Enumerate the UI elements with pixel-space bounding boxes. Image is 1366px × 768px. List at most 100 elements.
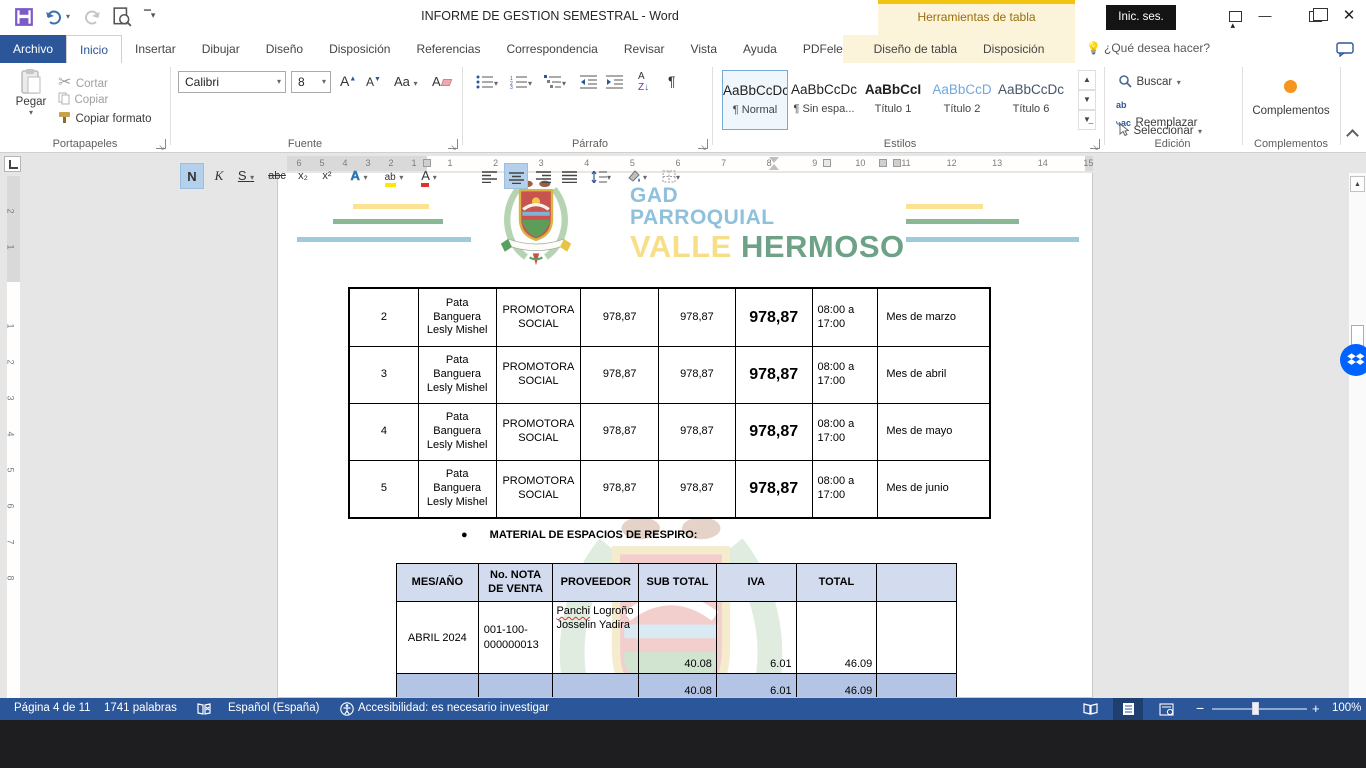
align-center-button[interactable] [504, 163, 528, 189]
first-line-indent-marker[interactable] [769, 157, 779, 163]
increase-indent-button[interactable] [606, 73, 624, 91]
scroll-up-icon[interactable]: ▲ [1350, 176, 1365, 192]
payments-table[interactable]: 2Pata Banguera Lesly MishelPROMOTORA SOC… [348, 287, 991, 519]
font-color-button[interactable]: A ▾ [414, 163, 444, 189]
style-sin-espa[interactable]: AaBbCcDc¶ Sin espa... [791, 70, 857, 130]
proofing-icon[interactable] [197, 703, 211, 715]
style-normal[interactable]: AaBbCcDc¶ Normal [722, 70, 788, 130]
styles-scroll-up-icon[interactable]: ▲ [1078, 70, 1096, 90]
font-dialog-launcher[interactable] [448, 139, 458, 149]
minimize-button[interactable]: — [1246, 0, 1284, 32]
tab-insertar[interactable]: Insertar [122, 35, 189, 63]
title-bar: ▾ ▔▾ INFORME DE GESTION SEMESTRAL - Word… [0, 0, 1366, 35]
font-family-combobox[interactable]: Calibri▾ [178, 71, 286, 93]
highlight-button[interactable]: ab ▾ [378, 163, 410, 189]
tab-dibujar[interactable]: Dibujar [189, 35, 253, 63]
justify-button[interactable] [558, 163, 580, 189]
multilevel-list-button[interactable]: ▾ [544, 73, 566, 91]
strikethrough-button[interactable]: abc [264, 163, 290, 189]
decrease-indent-button[interactable] [580, 73, 598, 91]
tab-inicio[interactable]: Inicio [66, 35, 122, 63]
align-left-button[interactable] [478, 163, 500, 189]
tab-revisar[interactable]: Revisar [611, 35, 678, 63]
tab-vista[interactable]: Vista [678, 35, 730, 63]
table-tools-header: Herramientas de tabla [878, 0, 1075, 35]
style-título-2[interactable]: AaBbCcDTítulo 2 [929, 70, 995, 130]
subscript-button[interactable]: x₂ [292, 163, 314, 189]
close-button[interactable]: ✕ [1330, 0, 1366, 32]
table-cell: 46.09 [796, 602, 877, 673]
ruler-number: 10 [855, 158, 865, 168]
document-page[interactable]: GAD PARROQUIAL VALLE HERMOSO [277, 173, 1093, 698]
accessibility-status[interactable]: Accesibilidad: es necesario investigar [358, 702, 549, 714]
table-header-cell: TOTAL [796, 564, 877, 601]
line-spacing-button[interactable]: ▾ [586, 163, 616, 189]
sign-in-button[interactable]: Inic. ses. [1106, 5, 1176, 30]
accessibility-icon[interactable] [340, 702, 354, 716]
shading-button[interactable]: ▾ [622, 163, 652, 189]
tab-ayuda[interactable]: Ayuda [730, 35, 790, 63]
table-row: 5Pata Banguera Lesly MishelPROMOTORA SOC… [350, 460, 989, 517]
align-right-button[interactable] [532, 163, 554, 189]
tab-selector[interactable] [4, 156, 21, 172]
ruler-table-marker[interactable] [879, 159, 887, 167]
find-button[interactable]: Buscar ▾ [1118, 72, 1181, 90]
bold-button[interactable]: N [180, 163, 204, 189]
grow-font-button[interactable]: A▲ [340, 73, 356, 89]
read-mode-icon[interactable] [1075, 698, 1105, 720]
tell-me-box[interactable]: ¿Qué desea hacer? [1104, 41, 1210, 55]
italic-button[interactable]: K [208, 163, 230, 189]
show-marks-button[interactable]: ¶ [668, 73, 676, 89]
format-painter-button[interactable]: Copiar formato [58, 109, 152, 127]
style-título-1[interactable]: AaBbCcITítulo 1 [860, 70, 926, 130]
select-button[interactable]: Seleccionar ▾ [1118, 121, 1202, 139]
style-título-6[interactable]: AaBbCcDcTítulo 6 [998, 70, 1064, 130]
restore-button[interactable] [1296, 0, 1334, 32]
change-case-button[interactable]: Aa ▾ [394, 74, 418, 89]
font-size-combobox[interactable]: 8▾ [291, 71, 331, 93]
word-count[interactable]: 1741 palabras [104, 702, 177, 714]
styles-dialog-launcher[interactable] [1090, 139, 1100, 149]
contextual-tab-disposición[interactable]: Disposición [970, 35, 1057, 63]
hanging-indent-marker[interactable] [769, 164, 779, 170]
collapse-ribbon-icon[interactable] [1346, 129, 1359, 142]
vertical-scrollbar[interactable]: ▲ [1348, 173, 1366, 698]
styles-scroll-down-icon[interactable]: ▼ [1078, 90, 1096, 110]
dropbox-badge-icon[interactable] [1340, 344, 1366, 376]
ruler-table-marker[interactable] [893, 159, 901, 167]
addins-button[interactable]: Complementos [1246, 105, 1336, 117]
borders-button[interactable]: ▾ [656, 163, 686, 189]
page-indicator[interactable]: Página 4 de 11 [14, 702, 91, 714]
paste-button[interactable]: Pegar ▾ [8, 68, 54, 130]
shrink-font-button[interactable]: A▼ [366, 75, 381, 89]
zoom-out-button[interactable]: − [1196, 700, 1204, 716]
text-effects-button[interactable]: A ▾ [344, 163, 374, 189]
zoom-slider[interactable] [1212, 708, 1307, 710]
tab-referencias[interactable]: Referencias [403, 35, 493, 63]
zoom-slider-thumb[interactable] [1252, 702, 1259, 715]
document-canvas[interactable]: GAD PARROQUIAL VALLE HERMOSO [0, 173, 1348, 698]
underline-button[interactable]: S ▾ [232, 163, 260, 189]
zoom-level[interactable]: 100% [1332, 702, 1361, 714]
vertical-ruler[interactable]: 2112345678 [7, 176, 20, 698]
tab-disposición[interactable]: Disposición [316, 35, 403, 63]
web-layout-icon[interactable] [1151, 698, 1181, 720]
clipboard-dialog-launcher[interactable] [156, 139, 166, 149]
print-layout-icon[interactable] [1113, 698, 1143, 720]
sort-button[interactable]: AZ↓ [638, 71, 649, 93]
contextual-tab-diseño-de-tabla[interactable]: Diseño de tabla [861, 35, 970, 63]
numbering-button[interactable]: 123▾ [510, 73, 532, 91]
feedback-icon[interactable] [1336, 42, 1354, 57]
bullets-button[interactable]: ▾ [476, 73, 498, 91]
paragraph-dialog-launcher[interactable] [698, 139, 708, 149]
styles-more-icon[interactable]: ▼̲ [1078, 110, 1096, 130]
zoom-in-button[interactable]: + [1312, 701, 1320, 716]
tab-diseño[interactable]: Diseño [253, 35, 316, 63]
superscript-button[interactable]: x² [316, 163, 338, 189]
clear-formatting-button[interactable]: A [432, 73, 451, 91]
ruler-table-marker[interactable] [823, 159, 831, 167]
tab-archivo[interactable]: Archivo [0, 35, 66, 63]
language-indicator[interactable]: Español (España) [228, 702, 319, 714]
materials-table[interactable]: MES/AÑONo. NOTA DE VENTAPROVEEDORSUB TOT… [396, 563, 957, 698]
tab-correspondencia[interactable]: Correspondencia [493, 35, 610, 63]
